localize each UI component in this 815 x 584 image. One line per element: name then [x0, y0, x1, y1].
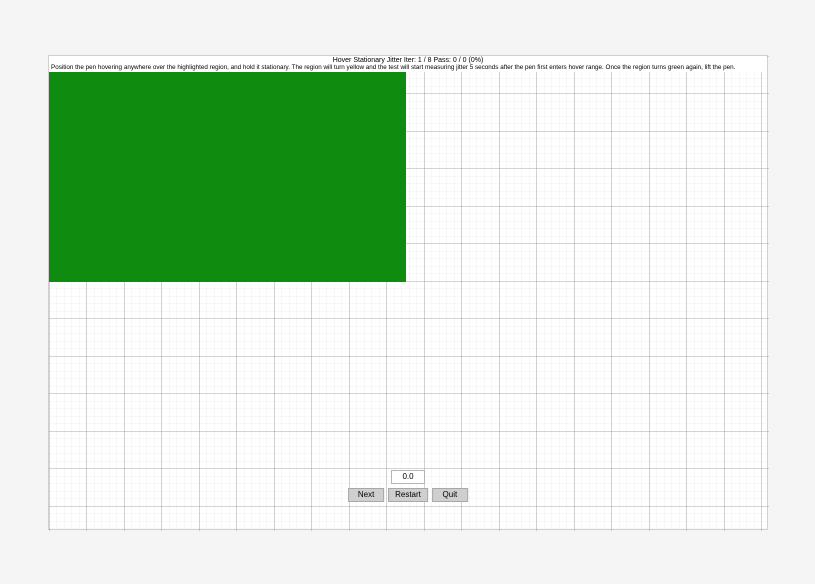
button-row: Next Restart Quit: [348, 488, 468, 502]
info-bar: Hover Stationary Jitter Iter: 1 / 8 Pass…: [49, 56, 767, 72]
quit-button[interactable]: Quit: [432, 488, 468, 502]
restart-button[interactable]: Restart: [388, 488, 428, 502]
next-button[interactable]: Next: [348, 488, 384, 502]
jitter-readout: 0.0: [391, 470, 425, 484]
highlight-region[interactable]: [49, 72, 406, 282]
instruction-text: Position the pen hovering anywhere over …: [49, 64, 767, 72]
test-canvas[interactable]: Hover Stationary Jitter Iter: 1 / 8 Pass…: [48, 55, 768, 530]
